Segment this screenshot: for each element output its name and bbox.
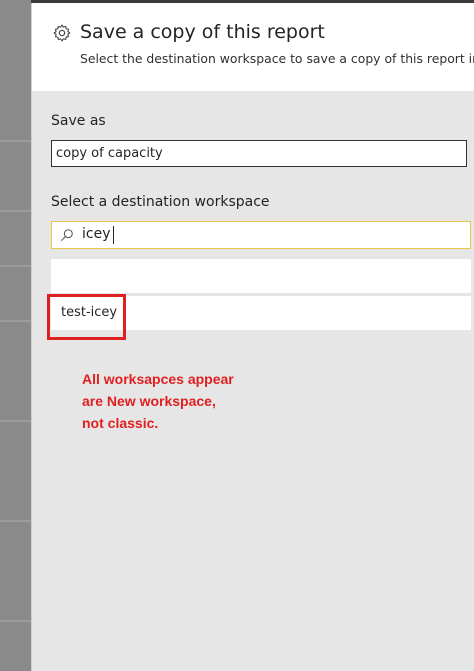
search-text: icey [82, 226, 111, 242]
annotation-line: not classic. [82, 415, 159, 431]
workspace-list-item-empty[interactable] [51, 259, 471, 293]
background-divider [0, 140, 31, 142]
annotation-line: All worksapces appear [82, 371, 234, 387]
background-divider [0, 210, 31, 212]
save-as-label: Save as [51, 113, 106, 129]
background-divider [0, 520, 31, 522]
text-caret [113, 226, 114, 244]
background-divider [0, 265, 31, 267]
dialog-title: Save a copy of this report [80, 21, 325, 43]
workspace-name: test-icey [61, 305, 118, 320]
destination-workspace-label: Select a destination workspace [51, 194, 270, 210]
annotation-line: are New workspace, [82, 393, 216, 409]
search-icon [60, 229, 73, 242]
save-copy-dialog: Save a copy of this report Select the de… [31, 3, 474, 671]
workspace-search-input[interactable]: icey [51, 221, 471, 249]
workspace-list-item[interactable]: test-icey [51, 296, 471, 330]
background-divider [0, 420, 31, 422]
dialog-subtitle: Select the destination workspace to save… [80, 51, 474, 66]
annotation-note: All worksapces appear are New workspace,… [82, 368, 234, 434]
gear-icon [53, 24, 71, 42]
background-divider [0, 320, 31, 322]
dialog-header: Save a copy of this report Select the de… [32, 3, 474, 91]
background-divider [0, 620, 31, 622]
save-as-input[interactable] [51, 140, 467, 167]
background-report-area [0, 0, 31, 671]
